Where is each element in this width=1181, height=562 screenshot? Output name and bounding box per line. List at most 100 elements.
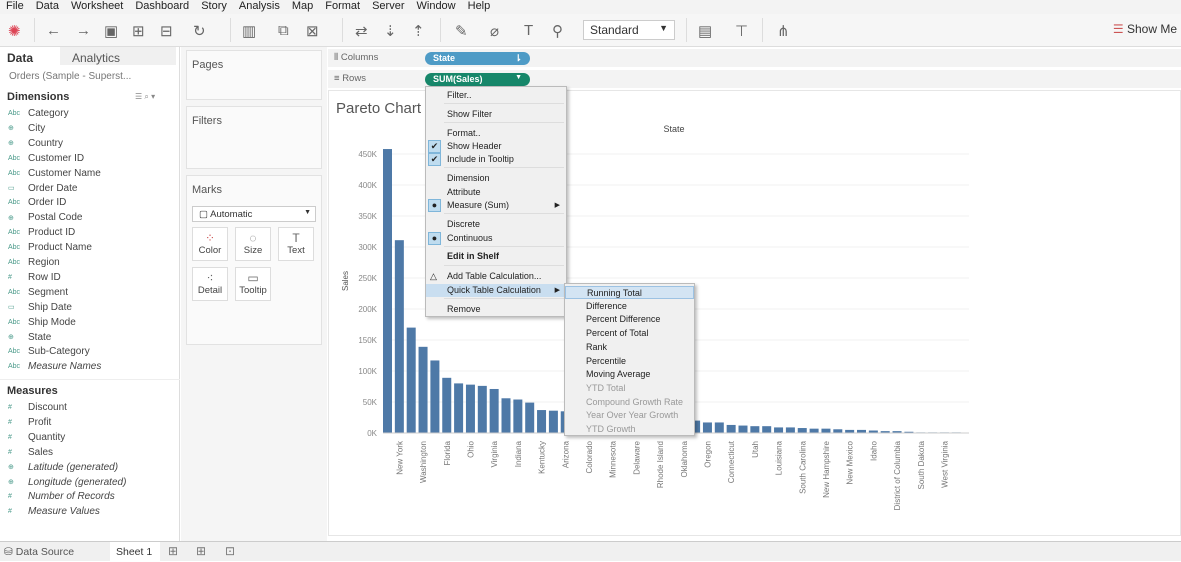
filters-shelf[interactable]: Filters [186, 106, 322, 169]
redo-icon[interactable]: → [76, 22, 91, 39]
menu-file[interactable]: File [0, 0, 30, 14]
field-ship-date[interactable]: ▭ Ship Date [8, 302, 72, 313]
field-category[interactable]: Abc Category [8, 108, 69, 119]
field-region[interactable]: Abc Region [8, 257, 60, 268]
field-country[interactable]: ⊕ Country [8, 138, 63, 149]
field-sub-category[interactable]: Abc Sub-Category [8, 346, 90, 357]
tab-analytics[interactable]: Analytics [60, 47, 176, 65]
field-product-name[interactable]: Abc Product Name [8, 242, 92, 253]
field-longitude-generated-[interactable]: ⊕ Longitude (generated) [8, 477, 126, 488]
menu-item-include-in-tooltip[interactable]: ✔ Include in Tooltip [426, 153, 566, 166]
clear-sheet-icon[interactable]: ⊠ [306, 22, 319, 40]
field-discount[interactable]: # Discount [8, 402, 67, 413]
new-dashboard-icon[interactable]: ⊞ [196, 544, 206, 558]
columns-shelf[interactable]: ⦀ Columns State ⇂ [328, 49, 1181, 67]
field-latitude-generated-[interactable]: ⊕ Latitude (generated) [8, 462, 118, 473]
refresh-icon[interactable]: ↻ [193, 22, 206, 40]
menu-format[interactable]: Format [319, 0, 366, 14]
sum-sales-pill[interactable]: SUM(Sales) ▼ [425, 73, 530, 86]
menu-dashboard[interactable]: Dashboard [129, 0, 195, 14]
field-customer-id[interactable]: Abc Customer ID [8, 153, 84, 164]
menu-item-remove[interactable]: Remove [426, 303, 566, 316]
field-order-id[interactable]: Abc Order ID [8, 197, 66, 208]
pin-icon[interactable]: ⚲ [552, 22, 563, 40]
field-city[interactable]: ⊕ City [8, 123, 45, 134]
menu-item-show-filter[interactable]: Show Filter [426, 108, 566, 121]
submenu-item-percent-of-total[interactable]: Percent of Total [565, 327, 694, 340]
tableau-logo-icon[interactable]: ✺ [8, 22, 21, 40]
submenu-item-difference[interactable]: Difference [565, 300, 694, 313]
save-icon[interactable]: ▣ [104, 22, 118, 40]
color-button[interactable]: ⁘ Color [192, 227, 228, 261]
group-icon[interactable]: ⌀ [490, 22, 499, 40]
share-icon[interactable]: ⋔ [777, 22, 790, 40]
duplicate-sheet-icon[interactable]: ⧉ [278, 22, 289, 39]
sort-descending-icon[interactable]: ⇡ [412, 22, 425, 40]
show-cards-icon[interactable]: ▤ [698, 22, 712, 40]
field-ship-mode[interactable]: Abc Ship Mode [8, 317, 76, 328]
undo-icon[interactable]: ← [46, 22, 61, 39]
menu-item-attribute[interactable]: Attribute [426, 186, 566, 199]
submenu-item-percentile[interactable]: Percentile [565, 355, 694, 368]
menu-item-dimension[interactable]: Dimension [426, 172, 566, 185]
submenu-item-running-total[interactable]: Running Total [565, 286, 694, 299]
menu-item-quick-table-calculation[interactable]: Quick Table Calculation ▶ [426, 284, 566, 297]
dimensions-tools-icon[interactable]: ☰ ⌕ ▾ [135, 92, 155, 102]
mark-type-select[interactable]: ▢ Automatic ▼ [192, 206, 316, 222]
data-source-tab[interactable]: ⛁ Data Source [4, 546, 74, 558]
pause-updates-icon[interactable]: ⊟ [160, 22, 173, 40]
swap-icon[interactable]: ⇄ [355, 22, 368, 40]
field-profit[interactable]: # Profit [8, 417, 51, 428]
menu-worksheet[interactable]: Worksheet [65, 0, 129, 14]
menu-analysis[interactable]: Analysis [233, 0, 286, 14]
labels-icon[interactable]: T [524, 22, 533, 39]
new-worksheet-icon[interactable]: ⊞ [168, 544, 178, 558]
size-button[interactable]: ◌ Size [235, 227, 271, 261]
new-datasource-icon[interactable]: ⊞ [132, 22, 145, 40]
sheet-tab[interactable]: Sheet 1 [110, 542, 160, 562]
field-number-of-records[interactable]: # Number of Records [8, 491, 115, 502]
menu-data[interactable]: Data [30, 0, 65, 14]
menu-map[interactable]: Map [286, 0, 319, 14]
field-order-date[interactable]: ▭ Order Date [8, 183, 77, 194]
datasource-name[interactable]: Orders (Sample - Superst... [9, 71, 131, 82]
field-state[interactable]: ⊕ State [8, 332, 51, 343]
new-story-icon[interactable]: ⊡ [225, 544, 235, 558]
submenu-item-moving-average[interactable]: Moving Average [565, 368, 694, 381]
presentation-icon[interactable]: ⊤ [735, 22, 748, 40]
menu-story[interactable]: Story [195, 0, 233, 14]
menu-server[interactable]: Server [366, 0, 410, 14]
pages-shelf[interactable]: Pages [186, 50, 322, 100]
menu-item-continuous[interactable]: ● Continuous [426, 232, 566, 245]
highlight-icon[interactable]: ✎ [455, 22, 468, 40]
menu-item-measure-sum[interactable]: ● Measure (Sum) ▶ [426, 199, 566, 212]
menu-item-add-table-calculation[interactable]: △ Add Table Calculation... [426, 270, 566, 283]
field-quantity[interactable]: # Quantity [8, 432, 65, 443]
tooltip-button[interactable]: ▭ Tooltip [235, 267, 271, 301]
field-segment[interactable]: Abc Segment [8, 287, 68, 298]
fit-select[interactable]: Standard ▼ [583, 20, 675, 40]
sort-ascending-icon[interactable]: ⇣ [384, 22, 397, 40]
menu-window[interactable]: Window [411, 0, 462, 14]
submenu-item-percent-difference[interactable]: Percent Difference [565, 313, 694, 326]
field-measure-values[interactable]: # Measure Values [8, 506, 100, 517]
field-product-id[interactable]: Abc Product ID [8, 227, 75, 238]
menu-item-edit-in-shelf[interactable]: Edit in Shelf [426, 250, 566, 263]
field-row-id[interactable]: # Row ID [8, 272, 61, 283]
tab-data[interactable]: Data [7, 51, 33, 65]
menu-item-discrete[interactable]: Discrete [426, 218, 566, 231]
show-me-button[interactable]: ☰ Show Me [1113, 22, 1177, 36]
detail-button[interactable]: ⁖ Detail [192, 267, 228, 301]
field-sales[interactable]: # Sales [8, 447, 53, 458]
menu-help[interactable]: Help [462, 0, 497, 14]
field-customer-name[interactable]: Abc Customer Name [8, 168, 101, 179]
new-worksheet-icon[interactable]: ▥ [242, 22, 256, 40]
menu-item-format[interactable]: Format.. [426, 127, 566, 140]
menu-item-show-header[interactable]: ✔ Show Header [426, 140, 566, 153]
field-measure-names[interactable]: Abc Measure Names [8, 361, 101, 372]
state-pill[interactable]: State ⇂ [425, 52, 530, 65]
menu-item-filter[interactable]: Filter.. [426, 89, 566, 102]
text-button[interactable]: T Text [278, 227, 314, 261]
field-postal-code[interactable]: ⊕ Postal Code [8, 212, 82, 223]
submenu-item-rank[interactable]: Rank [565, 341, 694, 354]
